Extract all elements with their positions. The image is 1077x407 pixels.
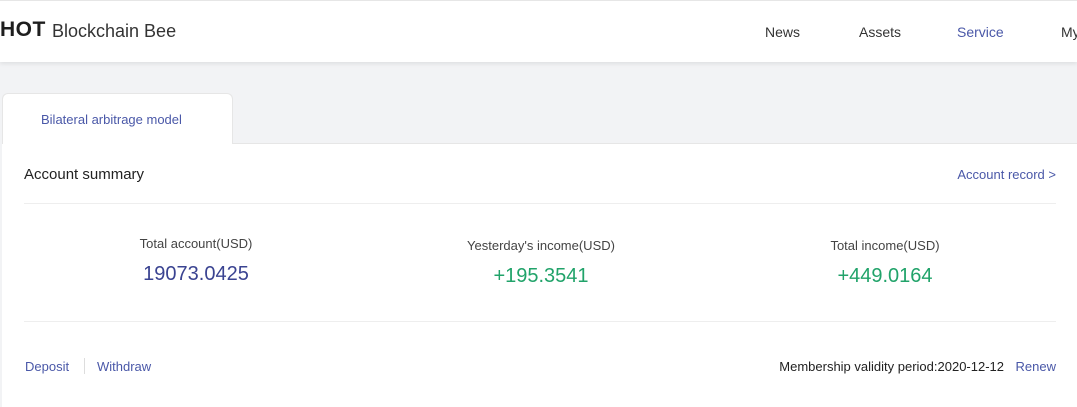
withdraw-link[interactable]: Withdraw (97, 359, 151, 374)
panel-title: Account summary (24, 166, 145, 183)
account-summary-panel: Account summary Account record > Total a… (2, 143, 1077, 407)
brand-logo[interactable]: HOT (0, 18, 46, 42)
membership-validity-text: Membership validity period:2020-12-12 (779, 359, 1004, 374)
stat-total-income: Total income(USD) +449.0164 (735, 238, 1035, 288)
divider (24, 321, 1056, 322)
tab-bilateral-arbitrage-model[interactable]: Bilateral arbitrage model (2, 93, 233, 144)
divider (24, 203, 1056, 204)
deposit-link[interactable]: Deposit (25, 359, 69, 374)
nav-my[interactable]: My (1061, 24, 1077, 40)
renew-link[interactable]: Renew (1016, 359, 1056, 374)
stat-value: +195.3541 (493, 265, 589, 287)
stat-label: Total income(USD) (830, 238, 940, 253)
stat-label: Total account(USD) (139, 236, 253, 251)
nav-service[interactable]: Service (957, 24, 1004, 40)
stat-total-account: Total account(USD) 19073.0425 (46, 236, 346, 286)
tab-label: Bilateral arbitrage model (41, 112, 182, 127)
stat-value: 19073.0425 (143, 263, 249, 285)
stat-value: +449.0164 (837, 265, 933, 287)
link-separator (84, 358, 85, 374)
brand-name[interactable]: Blockchain Bee (52, 21, 176, 42)
top-navigation-bar: HOT Blockchain Bee News Assets Service M… (0, 0, 1077, 62)
stat-yesterday-income: Yesterday's income(USD) +195.3541 (391, 238, 691, 288)
account-record-link[interactable]: Account record > (957, 167, 1056, 182)
nav-news[interactable]: News (765, 24, 800, 40)
nav-assets[interactable]: Assets (859, 24, 901, 40)
stat-label: Yesterday's income(USD) (467, 238, 615, 253)
